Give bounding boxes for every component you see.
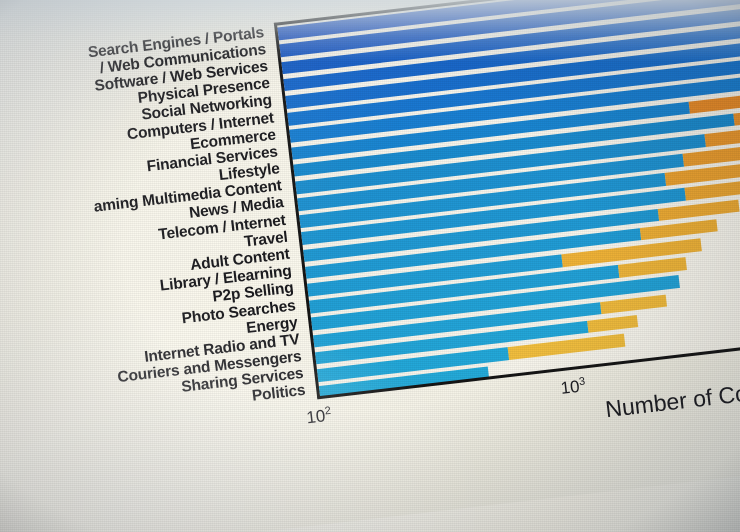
x-tick-10-3: 103 [559, 375, 586, 398]
bar-segment-orange [586, 314, 638, 334]
x-tick-10-2: 102 [305, 404, 332, 428]
photographed-chart-screenshot: Search Engines / Portals / Web Communicat… [0, 0, 740, 532]
bar-segment-orange [600, 294, 667, 315]
x-axis-title: Number of Combosqu [603, 370, 740, 423]
plot-area [273, 0, 740, 399]
y-axis-category-labels: Search Engines / Portals / Web Communicat… [0, 23, 314, 437]
bar-segment-orange [684, 180, 740, 201]
chart-sheet: Search Engines / Portals / Web Communicat… [0, 0, 740, 532]
